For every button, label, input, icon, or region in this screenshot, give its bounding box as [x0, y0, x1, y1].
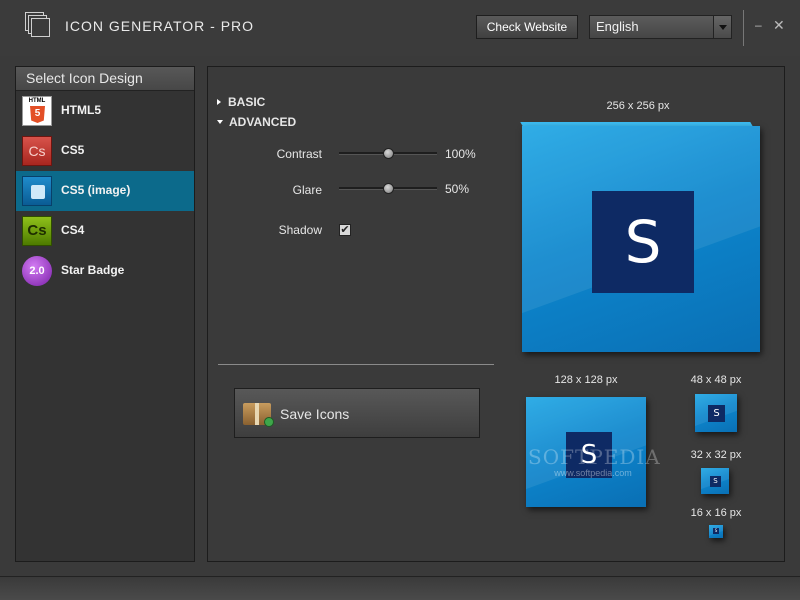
- app-title: ICON GENERATOR - PRO: [65, 18, 255, 34]
- glare-label: Glare: [292, 183, 322, 197]
- design-item-star-badge[interactable]: 2.0 Star Badge: [16, 251, 194, 291]
- preview-size-label-32: 32 x 32 px: [690, 449, 742, 461]
- save-icons-button[interactable]: Save Icons: [234, 388, 480, 438]
- chevron-down-icon[interactable]: [713, 16, 731, 38]
- icon-design-sidebar: Select Icon Design HTML 5 HTML5 Cs CS5 C…: [15, 66, 195, 562]
- basic-section-label: BASIC: [228, 95, 266, 109]
- preview-letter: S: [566, 432, 612, 478]
- preview-letter: S: [710, 476, 721, 487]
- icon-preview-48: S: [695, 394, 737, 432]
- sidebar-title: Select Icon Design: [16, 67, 194, 91]
- contrast-value: 100%: [445, 147, 476, 161]
- design-item-html5[interactable]: HTML 5 HTML5: [16, 91, 194, 131]
- preview-size-label-16: 16 x 16 px: [690, 507, 742, 519]
- icon-preview-128: S: [526, 397, 646, 507]
- cs4-icon: Cs: [22, 216, 52, 246]
- design-item-label: CS5: [61, 143, 85, 157]
- title-bar-divider: [743, 10, 744, 46]
- shadow-label: Shadow: [278, 223, 322, 237]
- preview-letter: S: [708, 405, 725, 422]
- section-divider: [218, 364, 494, 365]
- settings-panel: BASIC ADVANCED Contrast 100% Glare 50% S…: [207, 66, 785, 562]
- preview-size-label-256: 256 x 256 px: [606, 100, 670, 112]
- language-selected-value: English: [596, 19, 639, 34]
- triangle-right-icon: [217, 99, 221, 105]
- basic-section-toggle[interactable]: BASIC: [217, 95, 265, 109]
- cs5-icon: Cs: [22, 136, 52, 166]
- design-item-label: CS4: [61, 223, 85, 237]
- slider-handle[interactable]: [382, 148, 394, 159]
- design-item-cs4[interactable]: Cs CS4: [16, 211, 194, 251]
- icon-preview-256: S: [520, 122, 760, 352]
- save-icons-label: Save Icons: [280, 406, 350, 422]
- preview-letter: S: [592, 191, 694, 293]
- design-item-label: HTML5: [61, 103, 101, 117]
- minimize-button[interactable]: –: [755, 19, 765, 33]
- glare-slider[interactable]: [339, 183, 437, 194]
- preview-size-label-48: 48 x 48 px: [690, 374, 742, 386]
- contrast-label: Contrast: [276, 147, 322, 161]
- design-item-cs5-image[interactable]: CS5 (image): [16, 171, 194, 211]
- status-bar: [0, 576, 800, 600]
- stacked-windows-icon: [25, 12, 51, 38]
- close-button[interactable]: ✕: [773, 18, 785, 32]
- design-item-label: Star Badge: [61, 263, 125, 277]
- title-bar: ICON GENERATOR - PRO Check Website Engli…: [0, 0, 800, 56]
- design-item-cs5[interactable]: Cs CS5: [16, 131, 194, 171]
- advanced-section-toggle[interactable]: ADVANCED: [217, 115, 296, 129]
- contrast-slider[interactable]: [339, 148, 437, 159]
- advanced-section-label: ADVANCED: [229, 115, 297, 129]
- star-badge-icon: 2.0: [22, 256, 52, 286]
- package-download-icon: [243, 399, 274, 427]
- preview-size-label-128: 128 x 128 px: [554, 374, 618, 386]
- puzzle-icon: [22, 176, 52, 206]
- shadow-checkbox[interactable]: ✔: [339, 224, 351, 236]
- html5-icon: HTML 5: [22, 96, 52, 126]
- preview-letter: S: [713, 528, 719, 534]
- check-website-button[interactable]: Check Website: [476, 15, 578, 39]
- design-item-label: CS5 (image): [61, 183, 131, 197]
- icon-preview-32: S: [701, 468, 729, 494]
- icon-preview-16: S: [709, 525, 723, 538]
- slider-handle[interactable]: [382, 183, 394, 194]
- language-select[interactable]: English: [589, 15, 732, 39]
- triangle-down-icon: [217, 120, 223, 124]
- glare-value: 50%: [445, 182, 470, 196]
